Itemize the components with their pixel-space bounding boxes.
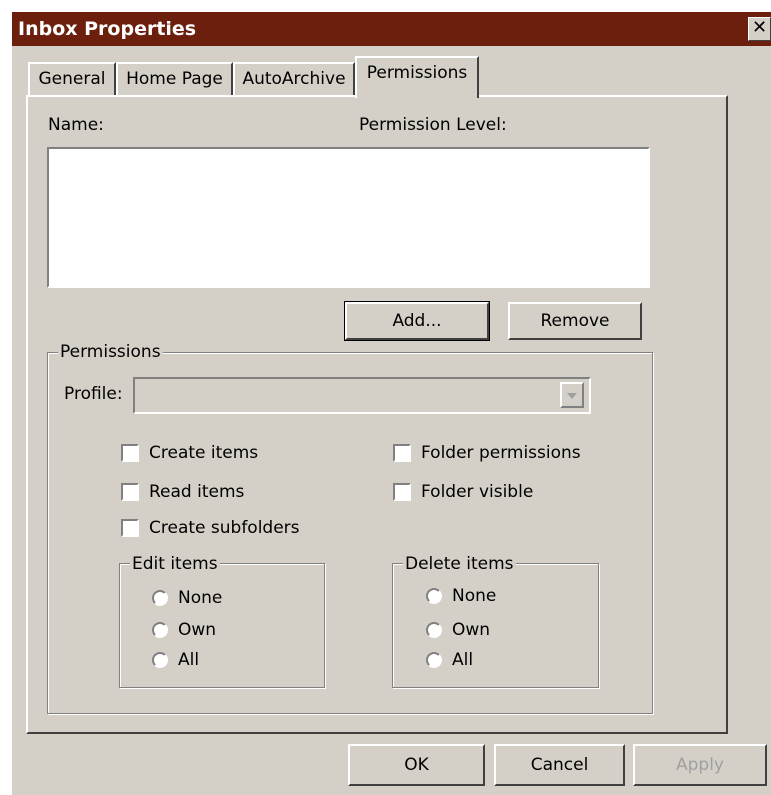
delete-items-group [392, 563, 599, 688]
delete-items-all-label: All [452, 650, 474, 670]
edit-items-own-label: Own [178, 620, 217, 640]
delete-items-own-radio[interactable] [426, 622, 442, 638]
tab-autoarchive[interactable]: AutoArchive [233, 62, 355, 96]
folder-visible-label: Folder visible [421, 482, 534, 502]
delete-items-all-radio[interactable] [426, 652, 442, 668]
edit-items-own-radio[interactable] [152, 622, 168, 638]
profile-label: Profile: [64, 384, 123, 404]
folder-visible-checkbox[interactable] [393, 483, 411, 501]
permissions-user-list[interactable] [47, 147, 650, 288]
edit-items-all-label: All [178, 650, 200, 670]
ok-button[interactable]: OK [348, 744, 485, 786]
edit-items-group [119, 563, 325, 688]
folder-permissions-checkbox[interactable] [393, 444, 411, 462]
delete-items-label: Delete items [403, 554, 516, 574]
read-items-checkbox[interactable] [121, 483, 139, 501]
remove-button[interactable]: Remove [508, 302, 642, 340]
name-column-header: Name: [48, 115, 104, 135]
read-items-label: Read items [149, 482, 245, 502]
tab-home-page[interactable]: Home Page [116, 62, 233, 96]
delete-items-none-label: None [452, 586, 497, 606]
tab-permissions[interactable]: Permissions [355, 56, 479, 98]
profile-dropdown[interactable] [133, 377, 591, 414]
permissions-group-label: Permissions [58, 342, 163, 362]
cancel-button[interactable]: Cancel [494, 744, 625, 786]
edit-items-none-label: None [178, 588, 223, 608]
profile-dropdown-button[interactable] [560, 382, 584, 408]
create-items-checkbox[interactable] [121, 444, 139, 462]
close-icon: ✕ [751, 17, 768, 38]
permission-level-column-header: Permission Level: [359, 115, 507, 135]
delete-items-own-label: Own [452, 620, 491, 640]
create-subfolders-checkbox[interactable] [121, 519, 139, 537]
apply-button[interactable]: Apply [633, 744, 767, 786]
create-subfolders-label: Create subfolders [149, 518, 300, 538]
delete-items-none-radio[interactable] [426, 588, 442, 604]
chevron-down-icon [567, 393, 577, 399]
tab-general[interactable]: General [28, 62, 116, 96]
add-button[interactable]: Add... [344, 301, 490, 341]
create-items-label: Create items [149, 443, 259, 463]
edit-items-none-radio[interactable] [152, 590, 168, 606]
edit-items-all-radio[interactable] [152, 652, 168, 668]
folder-permissions-label: Folder permissions [421, 443, 581, 463]
close-button[interactable]: ✕ [748, 17, 771, 41]
window-title: Inbox Properties [18, 18, 197, 40]
edit-items-label: Edit items [130, 554, 220, 574]
